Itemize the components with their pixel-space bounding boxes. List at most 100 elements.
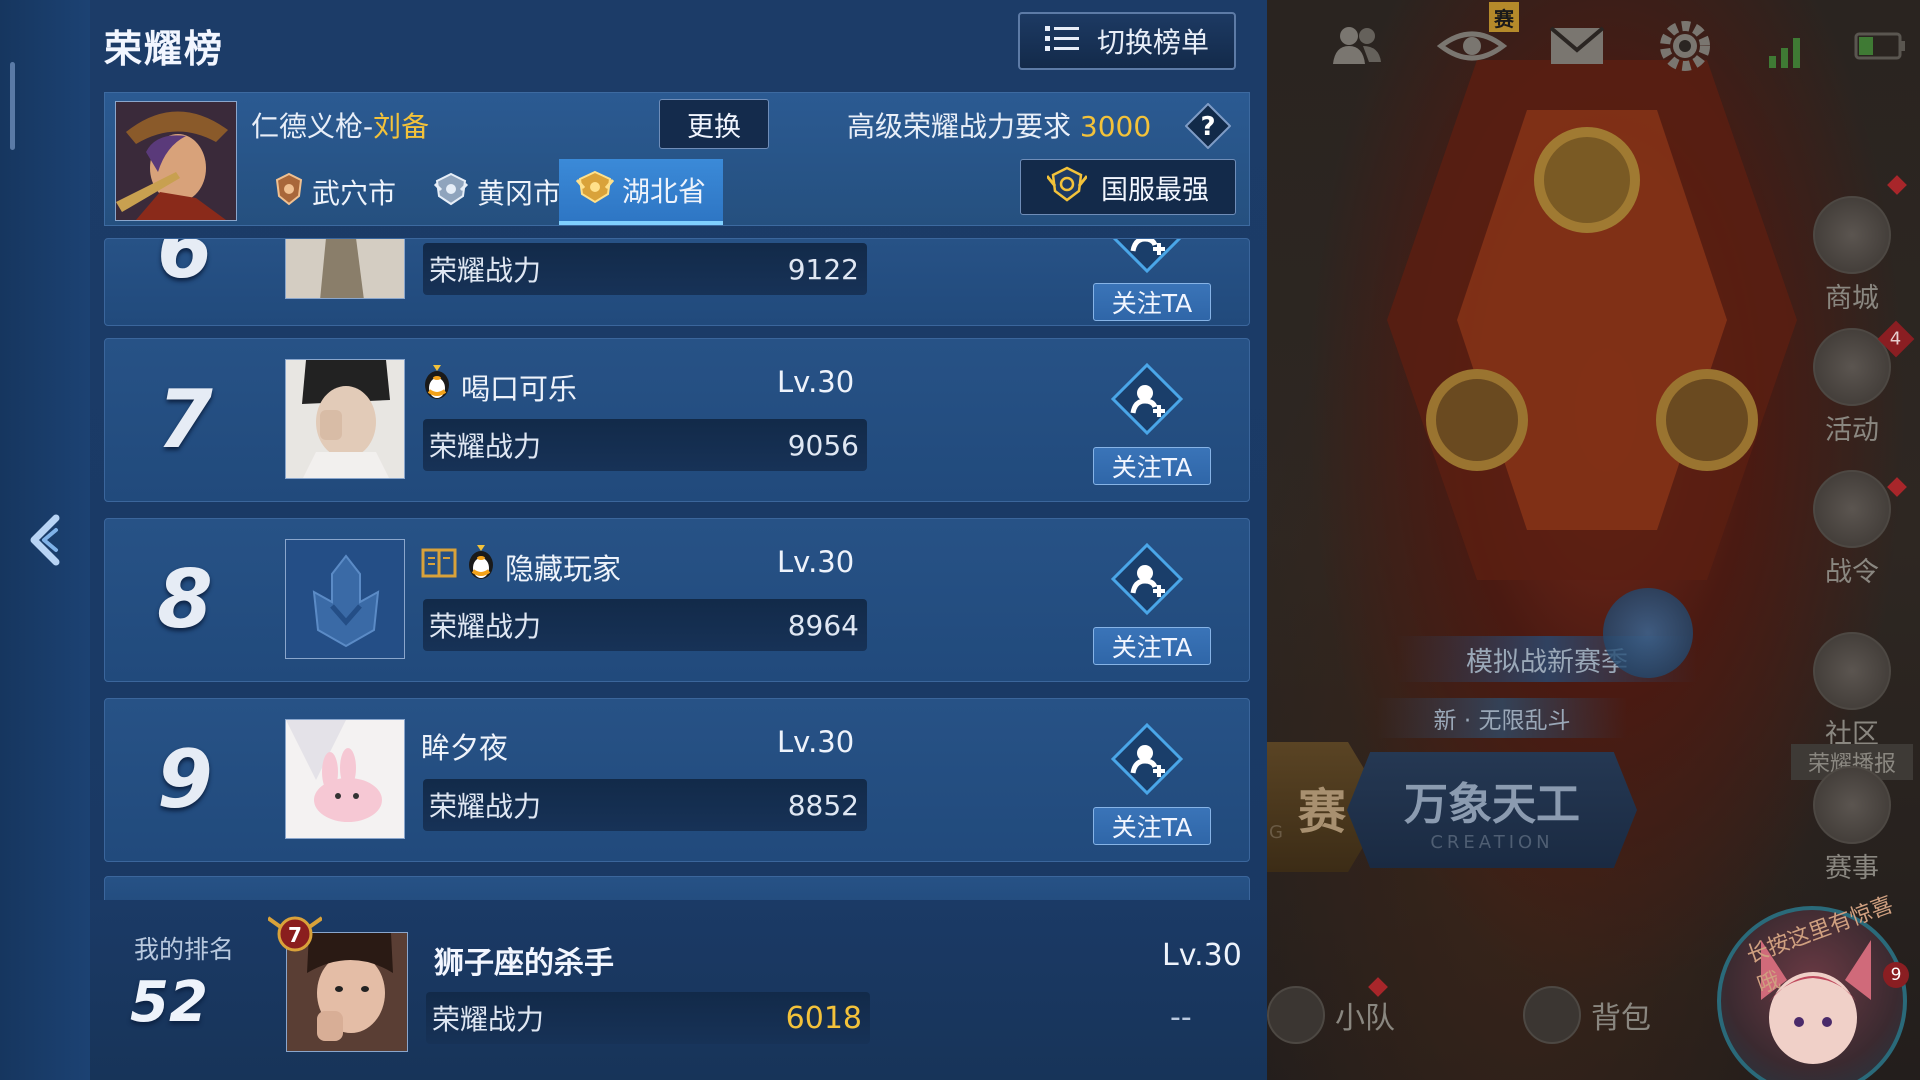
player-level: Lv.30 bbox=[777, 545, 855, 579]
player-name-text: 喝口可乐 bbox=[461, 371, 578, 406]
hero-avatar[interactable] bbox=[115, 101, 237, 221]
hero-title: 仁德义枪- bbox=[251, 110, 374, 143]
gold-badge-icon bbox=[575, 170, 615, 211]
power-requirement: 高级荣耀战力要求 3000 bbox=[847, 105, 1151, 145]
battle-pass-icon bbox=[1813, 470, 1891, 548]
left-strip bbox=[0, 0, 90, 1080]
power-bar: 荣耀战力 8964 bbox=[423, 599, 867, 651]
power-label: 荣耀战力 bbox=[432, 1003, 545, 1036]
book-badge-icon bbox=[421, 546, 457, 587]
follow-icon[interactable] bbox=[1109, 361, 1185, 437]
my-rank-label: 我的排名 bbox=[134, 935, 235, 964]
sidebar-item-label: 赛事 bbox=[1825, 853, 1879, 884]
power-bar: 荣耀战力 9122 bbox=[423, 243, 867, 295]
sidebar-item-shop[interactable]: 商城 bbox=[1797, 196, 1907, 315]
follow-icon[interactable] bbox=[1109, 541, 1185, 617]
honor-ranking-panel: 荣耀榜 切换榜单 仁德义枪-刘备 更换 高级荣耀战力要求 3000 ? 武穴市 … bbox=[90, 0, 1267, 1080]
sidebar-item-community[interactable]: 社区 bbox=[1797, 632, 1907, 751]
player-name: 眸夕夜 bbox=[421, 725, 508, 767]
mode-creation-tile[interactable]: 万象天工 CREATION bbox=[1347, 752, 1637, 868]
national-label: 国服最强 bbox=[1101, 174, 1209, 206]
player-avatar[interactable] bbox=[285, 359, 405, 479]
follow-button[interactable]: 关注TA bbox=[1093, 627, 1211, 665]
help-icon[interactable]: ? bbox=[1184, 102, 1232, 150]
national-strongest-button[interactable]: 国服最强 bbox=[1020, 159, 1236, 215]
assistant-level-badge: 9 bbox=[1883, 962, 1909, 988]
rank-number: 7 bbox=[157, 373, 213, 466]
power-bar: 荣耀战力 8852 bbox=[423, 779, 867, 831]
power-label: 荣耀战力 bbox=[429, 254, 542, 287]
scroll-indicator bbox=[10, 62, 15, 150]
my-rank-bar: 我的排名 52 7 狮子座的杀手 Lv.30 荣耀战力 6018 -- bbox=[90, 900, 1267, 1080]
switch-list-label: 切换榜单 bbox=[1096, 26, 1209, 59]
hero-name: 仁德义枪-刘备 bbox=[251, 105, 429, 145]
notification-dot bbox=[1887, 175, 1907, 195]
back-arrow-icon[interactable] bbox=[22, 512, 70, 568]
rank-number: 8 bbox=[157, 553, 213, 646]
rank-number: 6 bbox=[157, 238, 213, 296]
mode-banner-arena[interactable]: 新 · 无限乱斗 bbox=[1377, 698, 1627, 738]
follow-icon[interactable] bbox=[1109, 239, 1185, 275]
sidebar-item-tournament[interactable]: 赛事 bbox=[1797, 766, 1907, 885]
rank-row[interactable]: 8 隐藏玩家 Lv.30 荣耀战力 8964 关注TA bbox=[104, 518, 1250, 682]
mode-left-sub: G bbox=[1269, 822, 1283, 843]
hero-header-card: 仁德义枪-刘备 更换 高级荣耀战力要求 3000 ? 武穴市 黄冈市 湖北省 国… bbox=[104, 92, 1250, 226]
requirement-label: 高级荣耀战力要求 bbox=[847, 110, 1072, 143]
tab-label: 武穴市 bbox=[311, 177, 396, 210]
switch-list-button[interactable]: 切换榜单 bbox=[1018, 12, 1236, 70]
shop-icon bbox=[1813, 196, 1891, 274]
player-level: Lv.30 bbox=[777, 725, 855, 759]
my-player-name: 狮子座的杀手 bbox=[434, 946, 614, 981]
panel-title: 荣耀榜 bbox=[104, 27, 225, 71]
player-name-text: 隐藏玩家 bbox=[505, 551, 622, 586]
sidebar-item-label: 活动 bbox=[1825, 415, 1879, 446]
power-value: 8964 bbox=[787, 608, 859, 642]
community-icon bbox=[1813, 632, 1891, 710]
follow-button[interactable]: 关注TA bbox=[1093, 807, 1211, 845]
follow-button[interactable]: 关注TA bbox=[1093, 283, 1211, 321]
qq-penguin-icon bbox=[421, 365, 453, 408]
team-label: 小队 bbox=[1335, 1001, 1395, 1036]
mode-left-label: 赛 bbox=[1297, 784, 1346, 840]
bag-icon bbox=[1523, 986, 1581, 1044]
player-avatar[interactable] bbox=[285, 239, 405, 299]
change-hero-button[interactable]: 更换 bbox=[659, 99, 769, 149]
bag-button[interactable]: 背包 bbox=[1523, 986, 1651, 1044]
requirement-value: 3000 bbox=[1079, 110, 1152, 143]
spectate-icon[interactable] bbox=[1436, 16, 1508, 76]
follow-icon[interactable] bbox=[1109, 721, 1185, 797]
qq-penguin-icon bbox=[465, 545, 497, 588]
mode-main-sub: CREATION bbox=[1430, 831, 1554, 853]
game-lobby-background: 赛 商城 活动 4 战令 社区 荣耀播报 赛事 模拟战新赛季 新 · 无限乱斗 … bbox=[1267, 0, 1920, 1080]
dragon-emblem-icon bbox=[1603, 588, 1693, 678]
power-value: 6018 bbox=[785, 1000, 862, 1036]
mode-main-label: 万象天工 bbox=[1404, 778, 1580, 830]
mail-icon[interactable] bbox=[1547, 16, 1607, 76]
artifact-illustration bbox=[1387, 60, 1797, 580]
power-label: 荣耀战力 bbox=[429, 610, 542, 643]
my-follow-placeholder: -- bbox=[1170, 1000, 1192, 1035]
bag-label: 背包 bbox=[1591, 1001, 1651, 1036]
settings-gear-icon[interactable] bbox=[1655, 16, 1715, 76]
tab-label: 黄冈市 bbox=[476, 177, 561, 210]
power-value: 8852 bbox=[787, 788, 859, 822]
hidden-player-avatar[interactable] bbox=[285, 539, 405, 659]
follow-button[interactable]: 关注TA bbox=[1093, 447, 1211, 485]
badge-number: 7 bbox=[288, 923, 302, 947]
player-avatar[interactable] bbox=[285, 719, 405, 839]
power-label: 荣耀战力 bbox=[429, 790, 542, 823]
my-player-level: Lv.30 bbox=[1162, 938, 1242, 973]
rank-row[interactable]: 7 喝口可乐 Lv.30 荣耀战力 9056 关注TA bbox=[104, 338, 1250, 502]
power-value: 9056 bbox=[787, 428, 859, 462]
rank-row[interactable]: 6 荣耀战力 9122 关注TA bbox=[104, 238, 1250, 326]
bronze-badge-icon bbox=[274, 172, 304, 213]
rank-number: 9 bbox=[157, 733, 213, 826]
national-badge-icon bbox=[1045, 166, 1089, 209]
friends-icon[interactable] bbox=[1327, 16, 1387, 76]
player-name-text: 眸夕夜 bbox=[421, 731, 509, 765]
sidebar-item-label: 商城 bbox=[1825, 283, 1879, 314]
list-icon bbox=[1044, 24, 1079, 59]
tab-province-hubei[interactable]: 湖北省 bbox=[559, 159, 723, 225]
sidebar-item-label: 战令 bbox=[1825, 557, 1879, 588]
rank-row[interactable]: 9 眸夕夜 Lv.30 荣耀战力 8852 关注TA bbox=[104, 698, 1250, 862]
